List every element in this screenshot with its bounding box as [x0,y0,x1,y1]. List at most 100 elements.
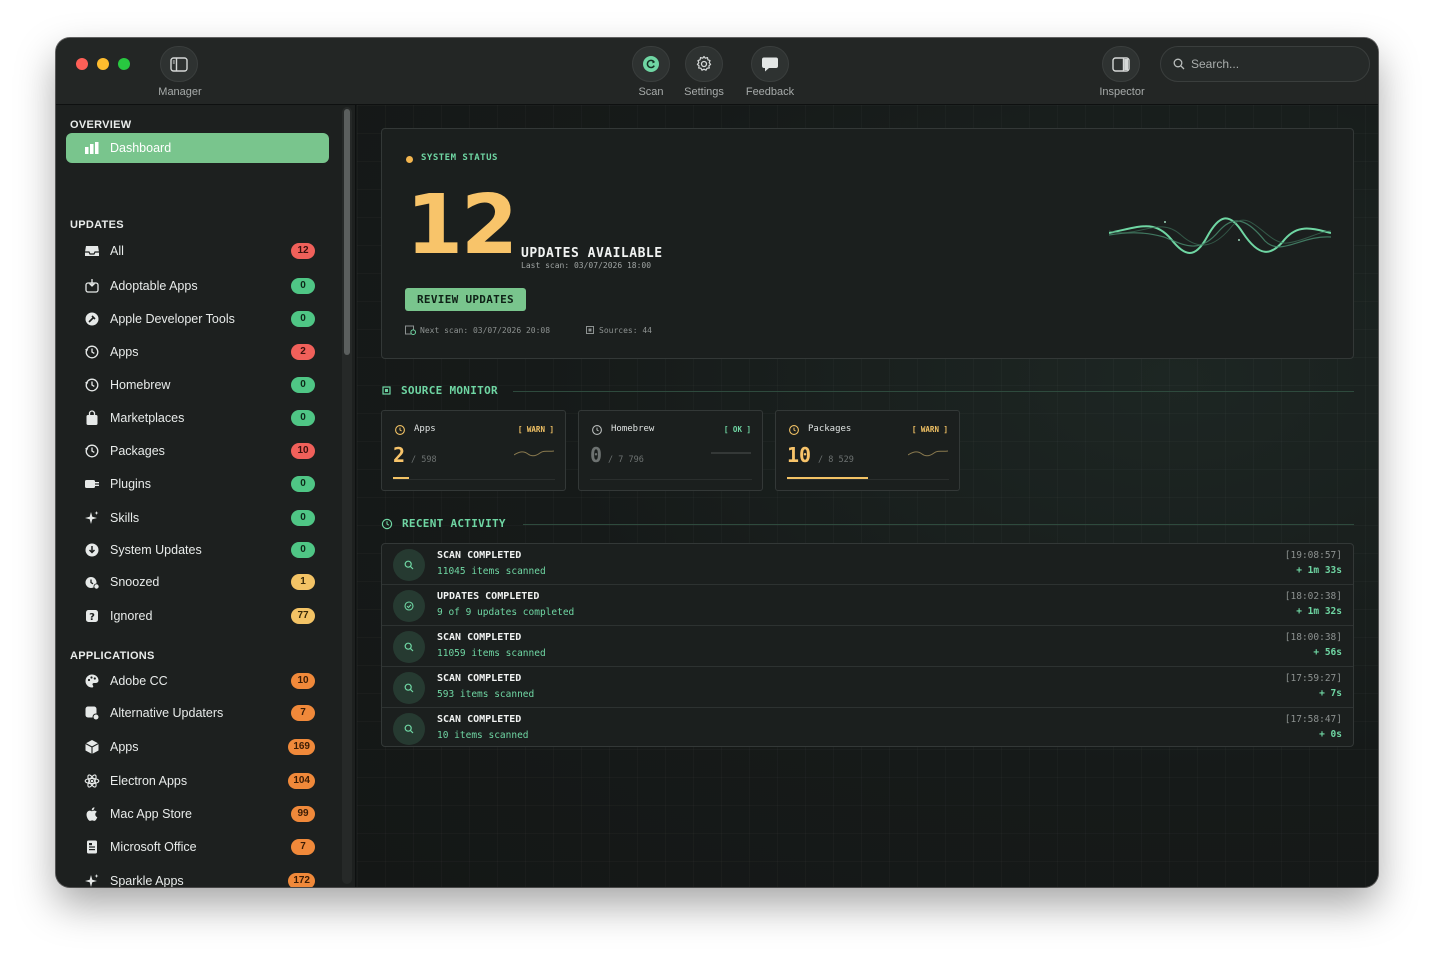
sidebar-item-system-updates[interactable]: System Updates 0 [66,535,329,565]
count-badge: 7 [291,839,315,855]
activity-row[interactable]: UPDATES COMPLETED 9 of 9 updates complete… [382,585,1353,626]
count-badge: 1 [291,574,315,590]
source-update-count: 10 [787,443,812,467]
sidebar-scrollbar[interactable] [342,107,352,884]
source-update-count: 2 [393,443,406,467]
atom-icon [84,773,100,789]
sparkles-icon [84,510,100,526]
updates-header: UPDATES [70,219,124,231]
app-badge-icon [84,705,100,721]
sidebar-item-apple-developer-tools[interactable]: Apple Developer Tools 0 [66,304,329,334]
question-square-icon: ? [84,608,100,624]
next-scan: Next scan: 03/07/2026 20:08 [405,325,550,335]
history-icon [788,423,800,441]
sidebar-item-adoptable-apps[interactable]: Adoptable Apps 0 [66,271,329,301]
count-badge: 10 [291,443,315,459]
source-name: Packages [808,424,852,434]
sidebar-item-label: Plugins [110,477,151,491]
gear-icon [696,55,712,71]
zoom-window-button[interactable] [118,58,130,70]
history-icon [84,344,100,360]
progress-track [393,479,555,480]
sparkline [711,452,751,454]
speech-bubble-icon [762,57,778,71]
sidebar-item-packages[interactable]: Packages 10 [66,436,329,466]
activity-timestamp: [19:08:57] [1284,550,1342,561]
sidebar-item-plugins[interactable]: Plugins 0 [66,469,329,499]
chip-icon [586,326,594,334]
svg-text:?: ? [89,612,95,623]
main-content: SYSTEM STATUS 12 UPDATES AVAILABLE Last … [357,105,1378,887]
sidebar-item-label: Apple Developer Tools [110,312,235,326]
activity-row[interactable]: SCAN COMPLETED 593 items scanned [17:59:27… [382,667,1353,708]
sidebar-item-all[interactable]: All 12 [66,236,329,266]
activity-subtitle: 593 items scanned [437,689,535,700]
sidebar-item-app-adobe-cc[interactable]: Adobe CC 10 [66,666,329,696]
sidebar-item-apps[interactable]: Apps 2 [66,337,329,367]
activity-list: SCAN COMPLETED 11045 items scanned [19:08:… [381,543,1354,747]
sidebar: OVERVIEW Dashboard UPDATES All 12 Adoptabl… [56,105,356,887]
count-badge: 77 [291,608,315,624]
count-badge: 0 [291,476,315,492]
scroll-thumb[interactable] [344,109,350,355]
search-field[interactable] [1160,46,1370,82]
activity-subtitle: 11059 items scanned [437,648,546,659]
sidebar-item-snoozed[interactable]: Snoozed 1 [66,567,329,597]
sidebar-item-label: Alternative Updaters [110,706,224,720]
source-card-packages[interactable]: Packages [ WARN ] 10 / 8 529 [775,410,960,491]
activity-subtitle: 10 items scanned [437,730,529,741]
source-total: / 8 529 [818,455,854,465]
activity-row[interactable]: SCAN COMPLETED 11045 items scanned [19:08:… [382,544,1353,585]
waveform-graphic [1109,217,1331,254]
search-input[interactable] [1191,57,1351,71]
search-icon [393,713,425,745]
settings-button[interactable] [685,46,723,82]
status-title: SYSTEM STATUS [421,153,498,163]
cube-icon [84,739,100,755]
sidebar-item-app-apps[interactable]: Apps 169 [66,732,329,762]
activity-title: SCAN COMPLETED [437,673,522,684]
calendar-clock-icon [405,325,416,335]
activity-duration: + 7s [1319,688,1342,699]
source-card-homebrew[interactable]: Homebrew [ OK ] 0 / 7 796 [578,410,763,491]
activity-timestamp: [18:02:38] [1284,591,1342,602]
sidebar-item-ignored[interactable]: ? Ignored 77 [66,601,329,631]
sidebar-item-marketplaces[interactable]: Marketplaces 0 [66,403,329,433]
sidebar-item-label: System Updates [110,543,202,557]
source-monitor-header: SOURCE MONITOR [381,384,498,397]
sidebar-item-app-microsoft-office[interactable]: Microsoft Office 7 [66,832,329,862]
sidebar-item-app-mac-app-store[interactable]: Mac App Store 99 [66,799,329,829]
sidebar-item-label: Marketplaces [110,411,185,425]
sources: Sources: 44 [585,325,652,335]
bag-icon [84,410,100,426]
feedback-button[interactable] [751,46,789,82]
source-update-count: 0 [590,443,603,467]
close-window-button[interactable] [76,58,88,70]
sidebar-item-app-alternative-updaters[interactable]: Alternative Updaters 7 [66,698,329,728]
sidebar-item-app-sparkle-apps[interactable]: Sparkle Apps 172 [66,866,329,887]
inspector-label: Inspector [1099,86,1145,98]
review-updates-button[interactable]: REVIEW UPDATES [405,288,526,311]
scan-button[interactable] [632,46,670,82]
source-card-apps[interactable]: Apps [ WARN ] 2 / 598 [381,410,566,491]
inspector-button[interactable] [1102,46,1140,82]
overview-header: OVERVIEW [70,119,132,131]
manager-button[interactable] [160,46,198,82]
sidebar-item-label: Skills [110,511,140,525]
sidebar-item-label: Homebrew [110,378,171,392]
activity-row[interactable]: SCAN COMPLETED 11059 items scanned [18:00:… [382,626,1353,667]
count-badge: 7 [291,705,315,721]
source-monitor-title: SOURCE MONITOR [401,384,498,397]
minimize-window-button[interactable] [97,58,109,70]
activity-title: SCAN COMPLETED [437,632,522,643]
sidebar-item-homebrew[interactable]: Homebrew 0 [66,370,329,400]
chip-icon [382,386,391,395]
sidebar-item-dashboard[interactable]: Dashboard [66,133,329,163]
hammer-icon [84,311,100,327]
download-circle-icon [84,542,100,558]
count-badge: 169 [288,739,315,755]
activity-row[interactable]: SCAN COMPLETED 10 items scanned [17:58:47]… [382,708,1353,746]
activity-duration: + 56s [1313,647,1342,658]
sidebar-item-app-electron-apps[interactable]: Electron Apps 104 [66,766,329,796]
sidebar-item-skills[interactable]: Skills 0 [66,503,329,533]
